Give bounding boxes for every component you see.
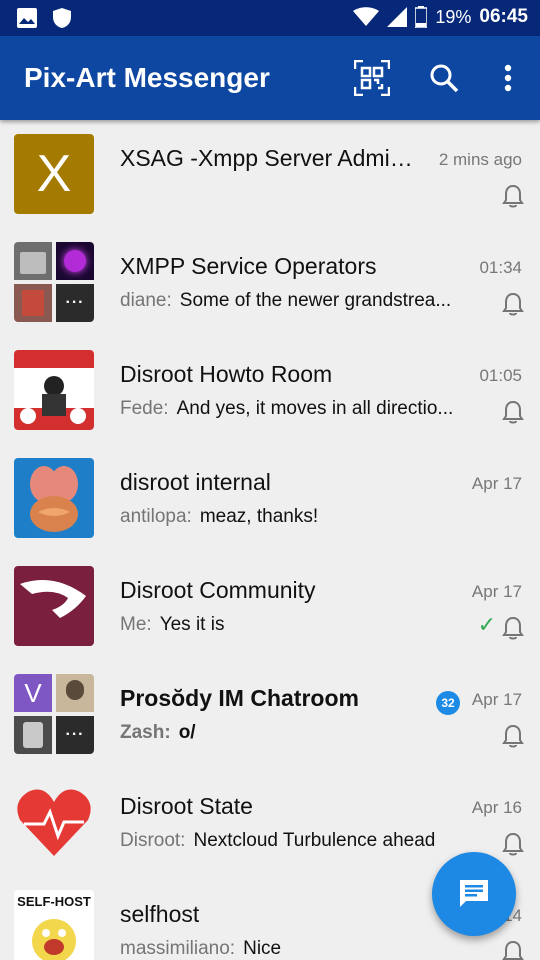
message-sender: diane:	[120, 290, 172, 311]
conversation-row[interactable]: Disroot Community Apr 17 Me: Yes it is ✓	[0, 552, 540, 660]
message-sender: antilopa:	[120, 506, 192, 527]
app-title: Pix-Art Messenger	[24, 62, 270, 93]
bell-icon	[502, 292, 524, 316]
avatar-tile	[56, 242, 94, 280]
chat-icon	[460, 880, 488, 907]
bell-icon	[502, 724, 524, 748]
conversation-time: Apr 17	[471, 690, 522, 709]
message-text: Yes it is	[159, 614, 225, 635]
avatar	[14, 458, 94, 538]
conversation-name: disroot internal	[120, 469, 271, 495]
conversation-time: 01:34	[479, 258, 522, 277]
conversation-row[interactable]: ··· XMPP Service Operators 01:34 diane: S…	[0, 228, 540, 336]
bell-icon	[502, 616, 524, 640]
avatar-tile	[14, 284, 52, 322]
conversation-time: Apr 17	[471, 582, 522, 601]
conversation-time: 2 mins ago	[438, 150, 522, 169]
avatar-caption: SELF-HOST	[14, 890, 94, 909]
avatar: ···	[14, 242, 94, 322]
new-conversation-fab[interactable]	[432, 852, 516, 936]
message-sender: Me:	[120, 614, 152, 635]
battery-icon	[415, 6, 428, 28]
signal-icon	[387, 7, 408, 27]
message-text: And yes, it moves in all directio...	[176, 398, 454, 419]
conversation-time: Apr 17	[471, 474, 522, 493]
heart-logo	[17, 789, 91, 856]
battery-percent: 19%	[435, 6, 472, 27]
message-text: meaz, thanks!	[199, 506, 319, 527]
image-notification-icon	[17, 8, 37, 28]
avatar-tile: V	[14, 674, 52, 712]
clock: 06:45	[479, 6, 528, 27]
disroot-logo	[20, 580, 86, 618]
avatar-tile	[14, 242, 52, 280]
avatar: SELF-HOST	[14, 890, 94, 960]
wifi-icon	[353, 7, 380, 26]
avatar-letter: X	[36, 145, 72, 203]
avatar	[14, 782, 94, 862]
conversation-name: XSAG -Xmpp Server Admin...	[120, 145, 420, 171]
bell-icon	[502, 940, 524, 960]
avatar-tile	[56, 674, 94, 712]
message-preview: Fede: And yes, it moves in all directio..…	[120, 398, 486, 420]
message-preview: Zash: o/	[120, 722, 486, 744]
qr-code-icon	[354, 60, 390, 96]
unread-badge: 32	[436, 691, 460, 715]
message-sender: Fede:	[120, 398, 169, 419]
avatar-tile	[14, 716, 52, 754]
message-sender: Zash:	[120, 722, 171, 743]
search-button[interactable]	[424, 58, 464, 98]
avatar: X	[14, 134, 94, 214]
bell-icon	[502, 184, 524, 208]
avatar	[14, 350, 94, 430]
conversation-row[interactable]: Disroot Howto Room 01:05 Fede: And yes, i…	[0, 336, 540, 444]
search-icon	[430, 64, 459, 93]
conversation-row[interactable]: V ··· Prosŏdy IM Chatroom 32 Apr 17 Zash…	[0, 660, 540, 768]
more-tile: ···	[56, 716, 94, 754]
conversation-time: Apr 16	[471, 798, 522, 817]
message-text: o/	[178, 722, 196, 743]
anatomy-image	[30, 466, 78, 532]
conversation-list: X XSAG -Xmpp Server Admin... 2 mins ago …	[0, 120, 540, 960]
conversation-name: Prosŏdy IM Chatroom	[120, 685, 359, 711]
conversation-name: Disroot State	[120, 793, 253, 819]
conversation-name: Disroot Howto Room	[120, 361, 333, 387]
avatar-letter: V	[24, 677, 42, 708]
conversation-time: 01:05	[479, 366, 522, 385]
message-preview: Me: Yes it is	[120, 614, 486, 636]
meme-image	[32, 919, 76, 960]
conversation-row[interactable]: X XSAG -Xmpp Server Admin... 2 mins ago	[0, 120, 540, 228]
message-text: Nice	[243, 938, 282, 959]
avatar: V ···	[14, 674, 94, 754]
message-sender: Disroot:	[120, 830, 186, 851]
avatar	[14, 566, 94, 646]
delivered-check-icon: ✓	[477, 612, 496, 637]
more-tile: ···	[56, 284, 94, 322]
conversation-name: Disroot Community	[120, 577, 316, 603]
message-preview: diane: Some of the newer grandstrea...	[120, 290, 486, 312]
conversation-name: XMPP Service Operators	[120, 253, 377, 279]
status-bar: 19% 06:45	[0, 0, 540, 36]
shield-icon	[53, 8, 71, 28]
message-sender: massimiliano:	[120, 938, 236, 959]
message-text: Nextcloud Turbulence ahead	[193, 830, 436, 851]
qr-code-button[interactable]	[352, 58, 392, 98]
bell-icon	[502, 400, 524, 424]
conversation-row[interactable]: disroot internal Apr 17 antilopa: meaz, t…	[0, 444, 540, 552]
app-bar: Pix-Art Messenger	[0, 36, 540, 120]
message-preview: antilopa: meaz, thanks!	[120, 506, 486, 528]
more-vert-icon	[504, 64, 512, 92]
message-text: Some of the newer grandstrea...	[179, 290, 452, 311]
poster-image	[14, 350, 94, 430]
bell-icon	[502, 832, 524, 856]
message-preview: massimiliano: Nice	[120, 938, 486, 960]
conversation-name: selfhost	[120, 901, 200, 927]
overflow-menu-button[interactable]	[488, 58, 528, 98]
message-preview: Disroot: Nextcloud Turbulence ahead	[120, 830, 486, 852]
